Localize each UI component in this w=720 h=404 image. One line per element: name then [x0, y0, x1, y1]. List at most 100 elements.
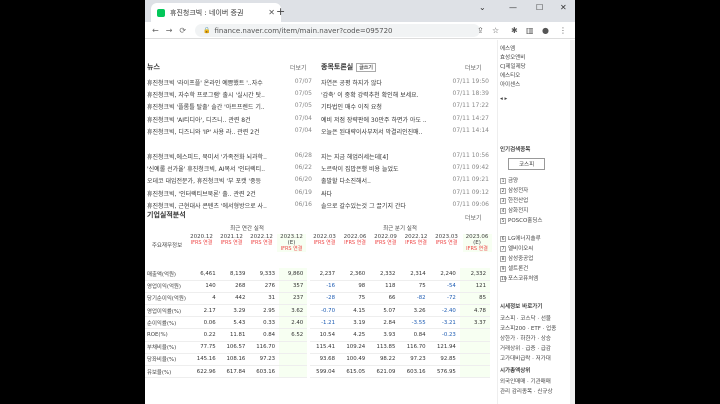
rank-name[interactable]: 삼화전지 [508, 208, 528, 214]
discussion-title[interactable]: 자연은 공평 하지가 않다 [321, 78, 441, 87]
news-title[interactable]: 휴진청크빅, 근현대사 콘텐츠 '에서형방으로 사.. [147, 201, 277, 210]
discussion-item[interactable]: 오늘은 된대략이사부저서 막결리인진매.. 07/11 14:14 [321, 127, 489, 138]
cap-link-row[interactable]: 관리 감리종목 · 신규상 [500, 387, 553, 395]
news-title[interactable]: 휴진청크빅 '플롬틀 탈출' 솔간 '아트프렌드 기.. [147, 102, 277, 111]
row-label[interactable]: 영업이익(억원) [145, 280, 190, 293]
discussion-item[interactable]: 출발할 다소진해서.. 07/11 09:21 [321, 176, 489, 187]
news-title[interactable]: 휴진청크빅,에스피드, 북미서 '가족전화 뇌과학.. [147, 152, 277, 161]
discussion-title[interactable]: 싸다 [321, 189, 441, 198]
news-item[interactable]: 휴진청크빅, 디즈니와 'IP' 사용 라.. 관련 2건 07/04 [147, 127, 312, 138]
maximize-button[interactable]: ☐ [536, 3, 543, 12]
discussion-title[interactable]: 기타법인 매수 이직 요청 [321, 102, 441, 111]
finance-more-link[interactable]: 더보기 [465, 213, 482, 222]
news-title[interactable]: 오데코 대입전문가, 휴진청크빅 '부 포캣 '중등 [147, 176, 277, 185]
discussion-title[interactable]: 솔으로 갈수있는것 그 끌기지 간다 [321, 201, 441, 210]
write-button[interactable]: 글쓰기 [356, 63, 377, 72]
profile-avatar[interactable]: ● [542, 26, 549, 35]
paging-buttons[interactable]: ◂ ▸ [500, 96, 507, 102]
related-stock-item[interactable]: 에스티오 [500, 71, 520, 79]
rank-name[interactable]: 한전산업 [508, 198, 528, 204]
reload-icon[interactable]: ⟳ [179, 26, 186, 35]
share-icon[interactable]: ⇪ [477, 26, 484, 35]
news-item[interactable]: 휴진청크빅 '플롬틀 탈출' 솔간 '아트프렌드 기.. 07/05 [147, 102, 312, 113]
news-item[interactable]: 휴진청크빅, '인터렉티브북론' 출.. 관련 2건 06/19 [147, 189, 312, 200]
market-link-row[interactable]: 고가대비급락 · 저가대 [500, 354, 551, 362]
rank-item[interactable]: 7 엘비이오씨 [500, 244, 533, 252]
sidebar-icon[interactable]: ▥ [526, 26, 534, 35]
market-link-row[interactable]: 코스피 · 코스닥 · 선물 [500, 314, 551, 322]
market-link-row[interactable]: 거래상위 · 급증 · 급감 [500, 344, 551, 352]
discussion-title[interactable]: 오늘은 된대략이사부저서 막결리인진매.. [321, 127, 441, 136]
row-label[interactable]: 매출액(억원) [145, 268, 190, 281]
rank-item[interactable]: 1 금양 [500, 176, 518, 184]
related-stock-item[interactable]: CJ제일제당 [500, 62, 526, 70]
discussion-item[interactable]: 기타법인 매수 이직 요청 07/11 17:22 [321, 102, 489, 113]
news-item[interactable]: 휴진청크빅 'AI티디아', 디즈니.. 관련 8건 07/04 [147, 115, 312, 126]
row-label[interactable]: 순이익률(%) [145, 316, 190, 330]
row-label[interactable]: 당좌비율(%) [145, 353, 190, 367]
news-title[interactable]: 휴진청크빅 '라이프플' 온라인 예쁨했트 '..자수 [147, 78, 277, 87]
rank-item[interactable]: 3 한전산업 [500, 196, 528, 204]
menu-icon[interactable]: ⋮ [559, 26, 567, 35]
market-link-row[interactable]: 코스피200 · ETF · 업종 [500, 324, 556, 332]
row-label[interactable]: ROE(%) [145, 328, 190, 342]
new-tab-button[interactable]: + [276, 5, 285, 18]
discussion-title[interactable]: 지는 지금 헤업러세는데[4] [321, 152, 441, 161]
rank-name[interactable]: 엘비이오씨 [508, 246, 533, 252]
discussion-title[interactable]: '감축' 이 중확 강력추천 확인해 보세요. [321, 90, 441, 99]
discussion-item[interactable]: 노르락이 집밥은행 비용 늘었도 07/11 09:42 [321, 164, 489, 175]
rank-name[interactable]: LG에너지솔루 [508, 236, 541, 242]
row-label[interactable]: 부채비율(%) [145, 341, 190, 354]
tab-naver-stock[interactable]: 휴진청크빅 : 네이버 증권 ✕ [151, 3, 281, 22]
news-title[interactable]: 휴진청크빅 'AI티디아', 디즈니.. 관련 8건 [147, 115, 277, 124]
news-more-link[interactable]: 더보기 [290, 63, 307, 72]
related-stock-item[interactable]: 에스엠 [500, 44, 515, 52]
rank-name[interactable]: 삼성전자 [508, 188, 528, 194]
discussion-title[interactable]: 출발할 다소진해서.. [321, 176, 441, 185]
row-label[interactable]: 당기순이익(억원) [145, 292, 190, 306]
back-icon[interactable]: ← [152, 26, 159, 35]
related-stock-item[interactable]: 효성오앤비 [500, 53, 525, 61]
bookmark-star-icon[interactable]: ☆ [492, 26, 499, 35]
cap-link-row[interactable]: 외국인매매 · 기관매매 [500, 377, 551, 385]
url-field[interactable]: 🔒 finance.naver.com/item/main.naver?code… [195, 24, 480, 37]
forward-icon[interactable]: → [166, 26, 173, 35]
news-item[interactable]: 휴진청크빅 '라이프플' 온라인 예쁨했트 '..자수 07/07 [147, 78, 312, 89]
discussion-item[interactable]: 싸다 07/11 09:12 [321, 189, 489, 200]
row-label[interactable]: 영업이익률(%) [145, 304, 190, 318]
discussion-item[interactable]: 예비 저점 장략판에 30만주 하면가 아도 .. 07/11 14:27 [321, 115, 489, 126]
close-window-button[interactable]: ✕ [560, 3, 567, 12]
kospi-tab[interactable]: 코스피 [508, 158, 546, 170]
discussion-title[interactable]: 노르락이 집밥은행 비용 늘었도 [321, 164, 441, 173]
rank-item[interactable]: 10포스코퓨처엠 [500, 274, 538, 282]
rank-item[interactable]: 2 삼성전자 [500, 186, 528, 194]
market-link-row[interactable]: 상한가 · 하한가 · 상승 [500, 334, 551, 342]
row-label[interactable]: 유보율(%) [145, 365, 190, 379]
minimize-button[interactable]: — [509, 3, 517, 12]
discussion-item[interactable]: 자연은 공평 하지가 않다 07/11 19:50 [321, 78, 489, 89]
rank-item[interactable]: 9 셀트론건 [500, 264, 528, 272]
news-item[interactable]: '신예롤 선가율' 휴진청크빅, AI복서 '인터렉티.. 06/22 [147, 164, 312, 175]
news-title[interactable]: '신예롤 선가율' 휴진청크빅, AI복서 '인터렉티.. [147, 164, 277, 173]
news-item[interactable]: 오데코 대입전문가, 휴진청크빅 '부 포캣 '중등 06/20 [147, 176, 312, 187]
related-stock-item[interactable]: 아이센스 [500, 80, 520, 88]
news-title[interactable]: 휴진청크빅, '인터렉티브북론' 출.. 관련 2건 [147, 189, 277, 198]
news-title[interactable]: 휴진청크빅, 디즈니와 'IP' 사용 라.. 관련 2건 [147, 127, 277, 136]
discussion-item[interactable]: 지는 지금 헤업러세는데[4] 07/11 10:56 [321, 152, 489, 163]
news-title[interactable]: 휴진청크빅, 자수학 프로그램' 출시 '실시간 탓.. [147, 90, 277, 99]
rank-name[interactable]: POSCO홀딩스 [508, 218, 543, 224]
rank-name[interactable]: 금양 [508, 178, 518, 184]
rank-name[interactable]: 셀트론건 [508, 266, 528, 272]
rank-item[interactable]: 8 삼성중공업 [500, 254, 533, 262]
news-item[interactable]: 휴진청크빅,에스피드, 북미서 '가족전화 뇌과학.. 06/28 [147, 152, 312, 163]
discussion-item[interactable]: 솔으로 갈수있는것 그 끌기지 간다 07/11 09:06 [321, 201, 489, 212]
rank-item[interactable]: 5 POSCO홀딩스 [500, 216, 543, 224]
scrollbar[interactable] [570, 40, 575, 404]
rank-item[interactable]: 4 삼화전지 [500, 206, 528, 214]
extensions-icon[interactable]: ✱ [511, 26, 518, 35]
rank-item[interactable]: 6 LG에너지솔루 [500, 234, 541, 242]
rank-name[interactable]: 삼성중공업 [508, 256, 533, 262]
news-item[interactable]: 휴진청크빅, 자수학 프로그램' 출시 '실시간 탓.. 07/05 [147, 90, 312, 101]
discussion-title[interactable]: 예비 저점 장략판에 30만주 하면가 아도 .. [321, 115, 441, 124]
close-tab-icon[interactable]: ✕ [268, 8, 275, 17]
